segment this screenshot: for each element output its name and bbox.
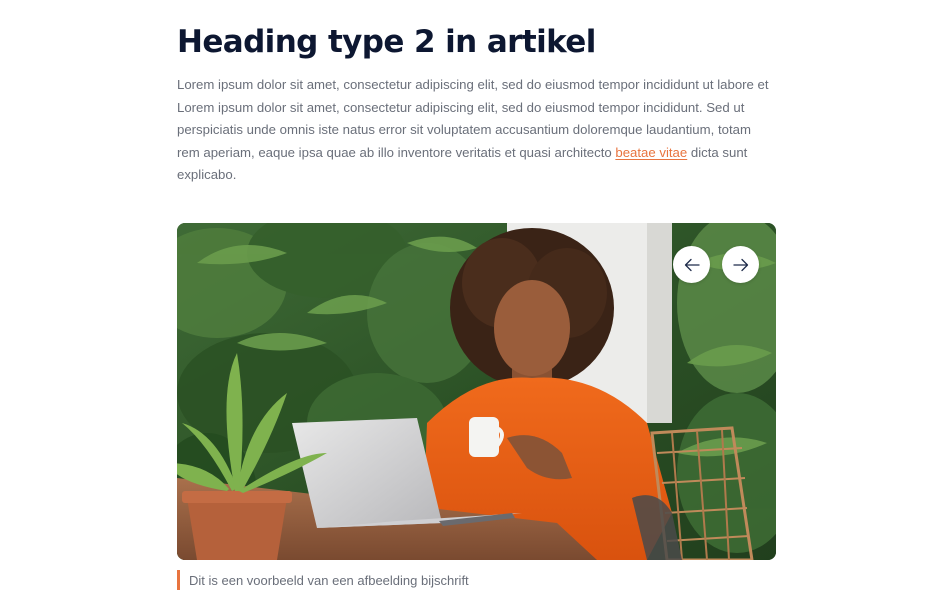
article-paragraph: Lorem ipsum dolor sit amet, consectetur … <box>177 74 777 187</box>
slider-next-button[interactable] <box>722 246 759 283</box>
article-heading: Heading type 2 in artikel <box>177 24 596 60</box>
image-slider <box>177 223 776 560</box>
caption-accent-bar <box>177 570 180 590</box>
image-caption: Dit is een voorbeeld van een afbeelding … <box>177 570 469 590</box>
caption-text: Dit is een voorbeeld van een afbeelding … <box>189 572 469 588</box>
slider-prev-button[interactable] <box>673 246 710 283</box>
inline-link[interactable]: beatae vitae <box>615 145 687 160</box>
arrow-right-icon <box>732 258 748 271</box>
arrow-left-icon <box>684 258 700 271</box>
